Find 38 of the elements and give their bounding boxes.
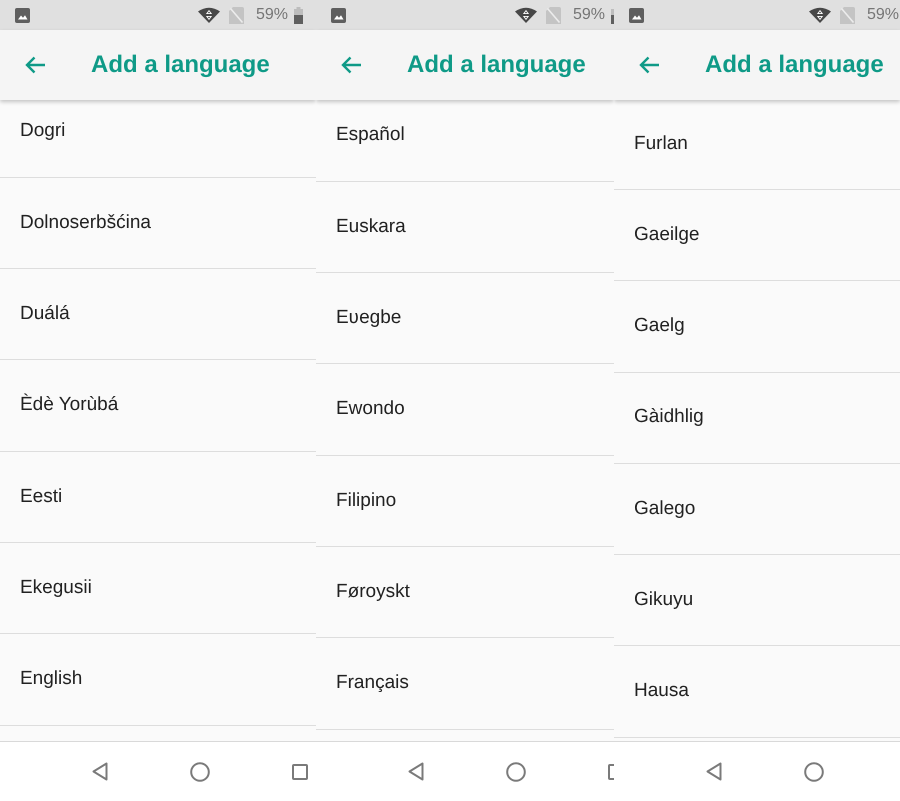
- back-arrow-icon: [340, 55, 362, 75]
- back-icon[interactable]: [92, 762, 108, 781]
- language-item[interactable]: Gàidhlig: [614, 372, 900, 464]
- home-icon[interactable]: [190, 762, 210, 782]
- wifi-icon: [198, 7, 220, 23]
- page-title: Add a language: [407, 53, 586, 77]
- language-item[interactable]: Gaeilge: [614, 190, 900, 282]
- back-button[interactable]: [638, 55, 660, 75]
- language-item[interactable]: Gikuyu: [614, 555, 900, 646]
- page-title: Add a language: [705, 53, 884, 77]
- recents-icon[interactable]: [292, 764, 308, 780]
- back-button[interactable]: [340, 55, 362, 75]
- home-icon[interactable]: [506, 762, 526, 782]
- battery-icon: [611, 6, 614, 24]
- page-title: Add a language: [91, 53, 270, 77]
- wifi-icon: [514, 7, 537, 23]
- no-sim-icon: [228, 6, 244, 24]
- battery-percentage: 59%: [256, 7, 288, 23]
- battery-percentage: 59%: [866, 7, 899, 23]
- back-icon[interactable]: [408, 762, 424, 781]
- back-arrow-icon: [638, 55, 660, 75]
- language-item[interactable]: Gaelg: [614, 281, 900, 372]
- image-icon: [629, 8, 644, 22]
- wifi-icon: [808, 7, 831, 23]
- image-icon: [331, 8, 346, 22]
- back-arrow-icon: [24, 55, 46, 75]
- language-item[interactable]: Galego: [614, 464, 900, 556]
- no-sim-icon: [546, 6, 561, 24]
- home-icon[interactable]: [804, 762, 824, 782]
- back-icon[interactable]: [706, 762, 722, 781]
- language-item[interactable]: Hausa: [614, 646, 900, 738]
- battery-icon: [294, 6, 303, 24]
- back-button[interactable]: [24, 55, 46, 75]
- recents-icon[interactable]: [608, 764, 614, 780]
- language-item[interactable]: Furlan: [614, 100, 900, 190]
- image-icon: [15, 8, 30, 22]
- battery-percentage: 59%: [572, 7, 605, 23]
- no-sim-icon: [840, 6, 855, 24]
